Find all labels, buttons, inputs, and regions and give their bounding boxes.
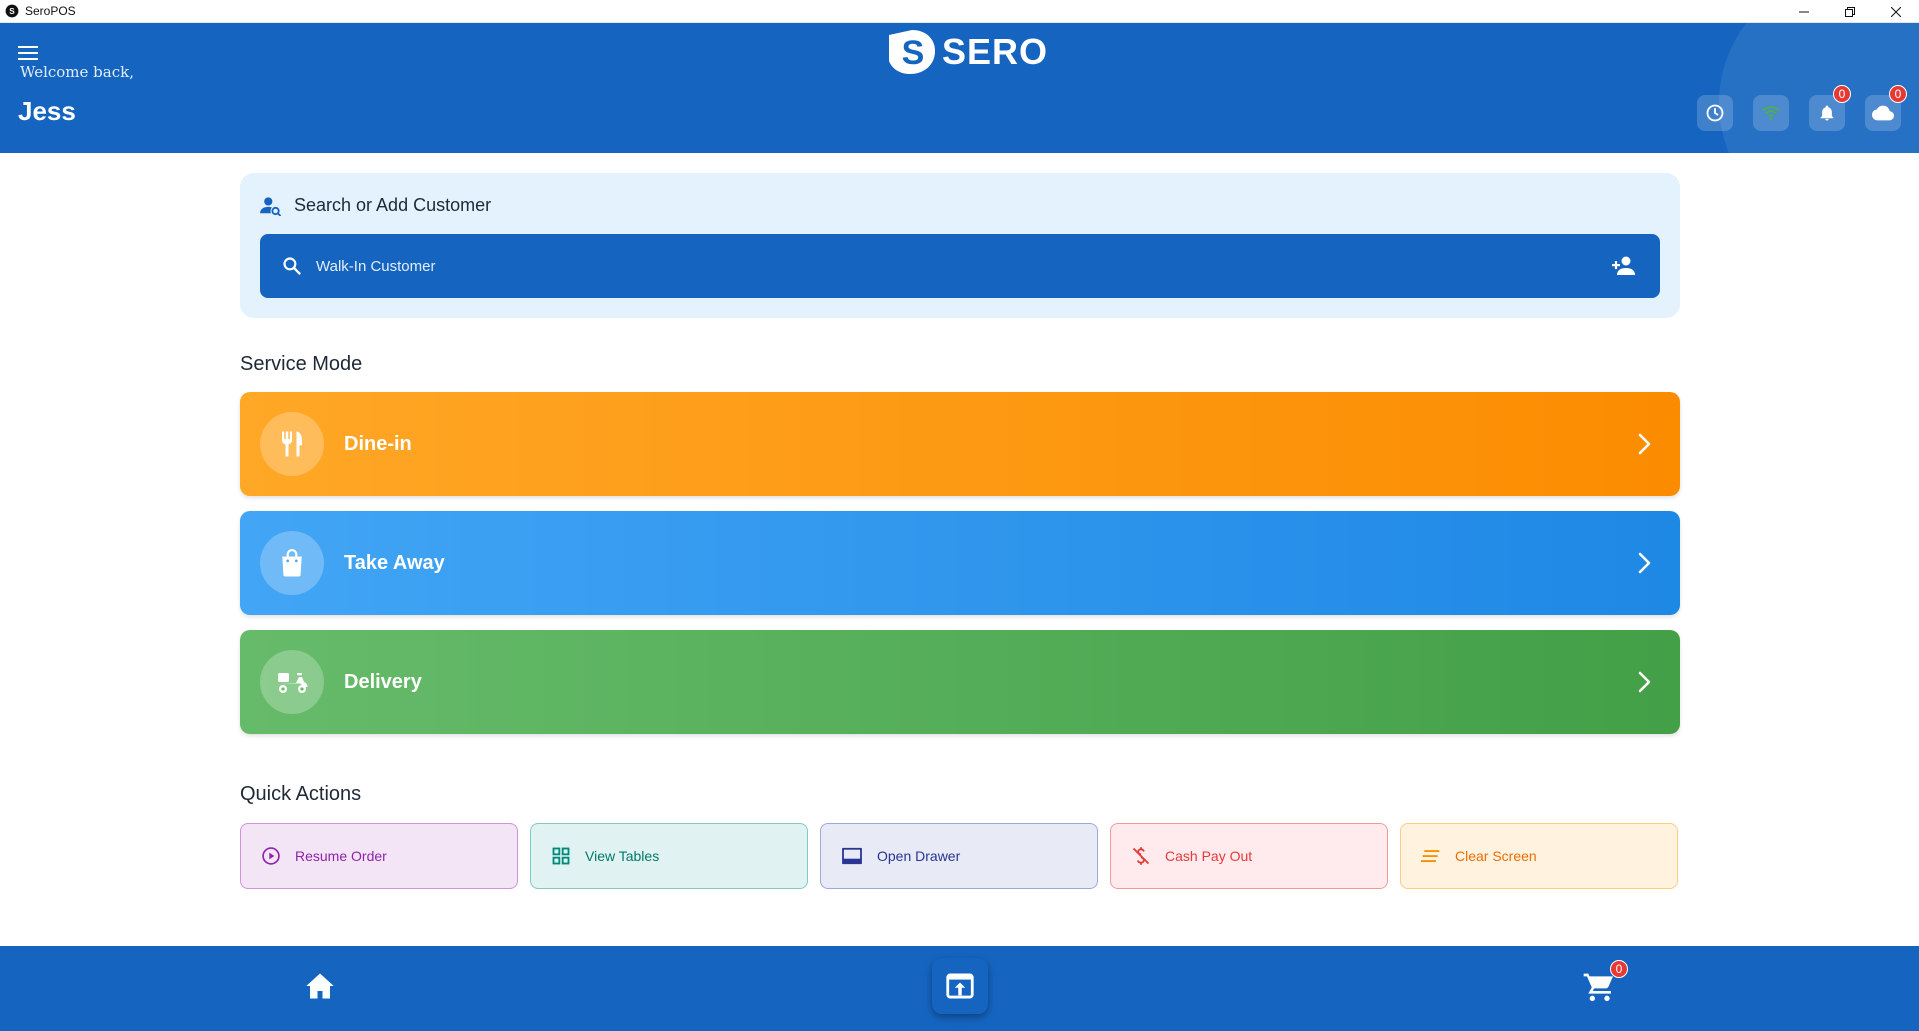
- grid-icon: [552, 847, 570, 865]
- open-orders-button[interactable]: [932, 958, 988, 1014]
- minimize-icon: [1799, 11, 1809, 12]
- app-logo-icon: S: [5, 4, 19, 18]
- dine-in-label: Dine-in: [344, 432, 412, 455]
- resume-order-label: Resume Order: [295, 848, 387, 864]
- wifi-status-button[interactable]: [1753, 95, 1789, 131]
- restore-button[interactable]: [1827, 0, 1873, 23]
- person-add-icon: [1612, 256, 1635, 275]
- notifications-button[interactable]: 0: [1809, 85, 1851, 131]
- window-title: SeroPOS: [25, 4, 76, 18]
- open-drawer-label: Open Drawer: [877, 848, 961, 864]
- main-content: Search or Add Customer Walk-In Customer …: [240, 173, 1680, 889]
- cash-pay-out-label: Cash Pay Out: [1165, 848, 1253, 864]
- take-away-button[interactable]: Take Away: [240, 511, 1680, 615]
- clear-lines-icon: [1421, 850, 1440, 862]
- cart-icon: [1583, 973, 1613, 1001]
- dine-in-icon-circle: [260, 412, 324, 476]
- clear-screen-label: Clear Screen: [1455, 848, 1537, 864]
- svg-text:S: S: [902, 34, 925, 72]
- cloud-icon: [1872, 105, 1894, 121]
- view-tables-label: View Tables: [585, 848, 660, 864]
- search-icon: [283, 257, 301, 275]
- resume-order-button[interactable]: Resume Order: [240, 823, 518, 889]
- scooter-icon: [278, 673, 308, 693]
- open-drawer-button[interactable]: Open Drawer: [820, 823, 1098, 889]
- play-circle-icon: [262, 847, 280, 865]
- clock-icon: [1706, 104, 1724, 122]
- svg-text:S: S: [9, 7, 15, 16]
- cash-pay-out-button[interactable]: Cash Pay Out: [1110, 823, 1388, 889]
- delivery-chevron: [1630, 667, 1660, 697]
- restore-icon: [1845, 6, 1855, 17]
- user-name: Jess: [18, 96, 76, 126]
- delivery-label: Delivery: [344, 670, 422, 693]
- cart-button[interactable]: 0: [1580, 960, 1628, 1006]
- header-decoration: [1719, 23, 1919, 153]
- customer-search-card: Search or Add Customer Walk-In Customer: [240, 173, 1680, 318]
- brand-name: SERO: [942, 31, 1049, 72]
- cloud-badge: 0: [1889, 85, 1907, 103]
- take-away-label: Take Away: [344, 551, 445, 574]
- window-controls: [1781, 0, 1919, 23]
- money-off-icon: [1132, 847, 1150, 865]
- delivery-button[interactable]: Delivery: [240, 630, 1680, 734]
- close-button[interactable]: [1873, 0, 1919, 23]
- take-away-icon-circle: [260, 531, 324, 595]
- cloud-sync-button[interactable]: 0: [1865, 85, 1907, 131]
- customer-search-header: Search or Add Customer: [260, 195, 491, 216]
- bottom-navigation: 0: [0, 946, 1919, 1031]
- menu-button[interactable]: [16, 41, 40, 65]
- sero-logo-icon: S: [889, 30, 935, 74]
- chevron-right-icon: [1638, 552, 1651, 574]
- title-bar: S SeroPOS: [0, 0, 1919, 23]
- open-in-browser-icon: [946, 973, 974, 999]
- take-away-chevron: [1630, 548, 1660, 578]
- person-search-icon: [260, 196, 282, 216]
- bell-icon: [1820, 105, 1834, 121]
- customer-search-input[interactable]: Walk-In Customer: [260, 234, 1660, 298]
- chevron-right-icon: [1638, 433, 1651, 455]
- close-icon: [1891, 6, 1901, 17]
- hamburger-menu-icon: [18, 46, 38, 60]
- header-actions: 0 0: [1697, 85, 1907, 131]
- drawer-icon: [842, 847, 862, 865]
- quick-actions-title: Quick Actions: [240, 783, 362, 805]
- quick-actions-row: Resume Order View Tables Open Drawer Cas…: [240, 823, 1680, 889]
- clock-button[interactable]: [1697, 95, 1733, 131]
- brand-logo: S SERO: [886, 27, 1048, 77]
- minimize-button[interactable]: [1781, 0, 1827, 23]
- cart-badge: 0: [1610, 960, 1628, 978]
- delivery-icon-circle: [260, 650, 324, 714]
- home-icon: [306, 973, 334, 999]
- customer-search-placeholder: Walk-In Customer: [316, 257, 436, 275]
- app-header: Welcome back, Jess S SERO 0 0: [0, 23, 1919, 153]
- welcome-text: Welcome back,: [20, 63, 134, 81]
- home-button[interactable]: [302, 968, 338, 1004]
- view-tables-button[interactable]: View Tables: [530, 823, 808, 889]
- wifi-icon: [1762, 106, 1780, 121]
- customer-search-title: Search or Add Customer: [294, 195, 492, 215]
- service-mode-title: Service Mode: [240, 353, 363, 375]
- add-customer-button[interactable]: [1610, 252, 1638, 280]
- notifications-badge: 0: [1833, 85, 1851, 103]
- utensils-icon: [282, 431, 302, 457]
- dine-in-button[interactable]: Dine-in: [240, 392, 1680, 496]
- chevron-right-icon: [1638, 671, 1651, 693]
- shopping-bag-icon: [282, 549, 302, 577]
- dine-in-chevron: [1630, 429, 1660, 459]
- clear-screen-button[interactable]: Clear Screen: [1400, 823, 1678, 889]
